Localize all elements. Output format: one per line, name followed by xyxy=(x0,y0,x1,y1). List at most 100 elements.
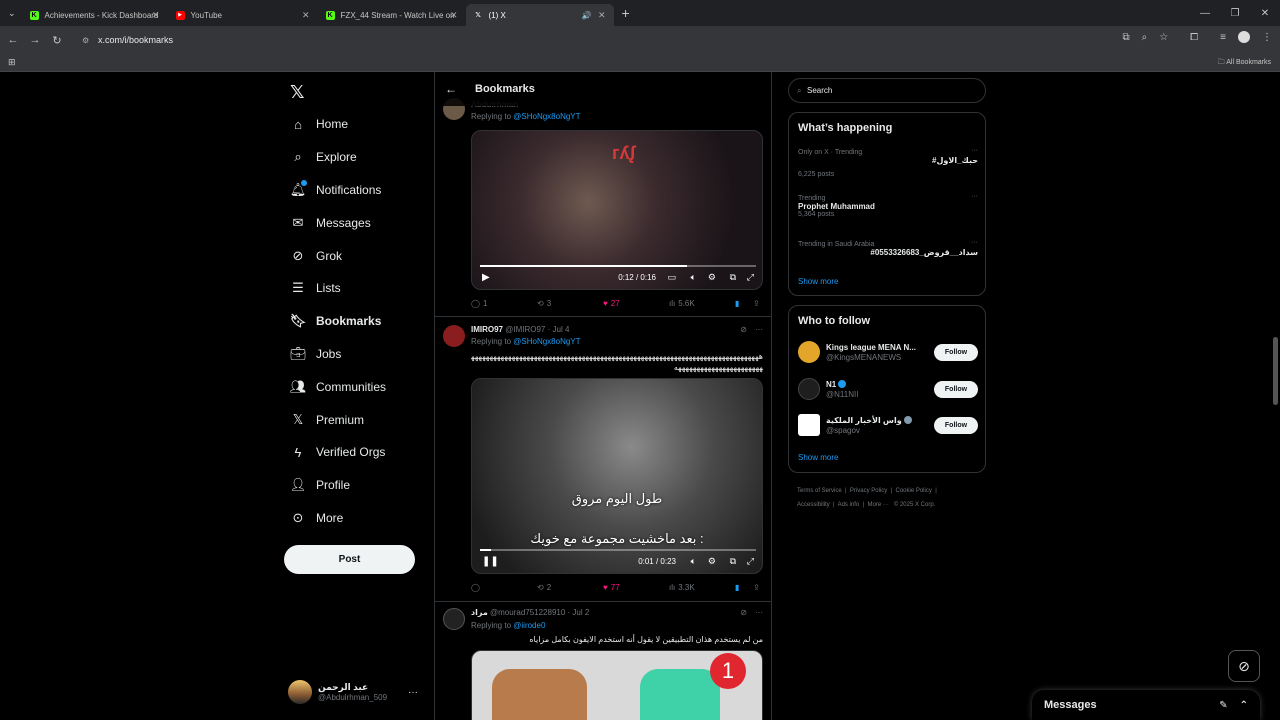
tweet[interactable]: IMIRO97 @IMIRO97 · Jul 4 ⊘ ··· Replying … xyxy=(435,317,771,602)
privacy-link[interactable]: Privacy Policy xyxy=(850,488,887,494)
apps-grid-icon[interactable]: ⊞ xyxy=(8,57,16,68)
nav-premium[interactable]: 𝕏 Premium xyxy=(290,412,364,428)
messages-drawer[interactable]: Messages ✎ ⌃ xyxy=(1032,690,1260,720)
tab-search-icon[interactable]: ⌄ xyxy=(8,8,16,19)
star-icon[interactable]: ☆ xyxy=(1159,32,1168,43)
author-handle[interactable]: @IMIRO97 xyxy=(505,325,545,334)
show-more-link[interactable]: Show more xyxy=(798,277,838,286)
like-button[interactable]: ♥ 77 xyxy=(603,583,620,592)
volume-icon[interactable]: 🔈︎ xyxy=(691,272,696,283)
play-icon[interactable]: ▶ xyxy=(482,272,490,283)
trend-item[interactable]: Trending in Saudi Arabia ··· #سداد__قروض… xyxy=(798,239,978,257)
fullscreen-icon[interactable]: ⤢ xyxy=(747,272,754,283)
forward-icon[interactable]: → xyxy=(24,34,46,46)
follow-button[interactable]: Follow xyxy=(934,343,978,361)
nav-grok[interactable]: ⊘ Grok xyxy=(290,248,342,264)
nav-more[interactable]: ⊙ More xyxy=(290,510,344,526)
bookmark-button[interactable]: ▮ xyxy=(735,299,739,308)
pip-icon[interactable]: ⧉ xyxy=(730,556,736,567)
reply-mention-link[interactable]: @SHoNgx8oNgYT xyxy=(513,112,580,121)
more-icon[interactable]: ··· xyxy=(755,608,763,617)
settings-icon[interactable]: ⚙ xyxy=(708,556,716,567)
nav-communities[interactable]: 👥︎ Communities xyxy=(290,379,386,395)
follow-suggestion[interactable]: واس الأخبار الملكية @spagov Follow xyxy=(798,412,978,438)
address-bar[interactable]: ⚙ x.com/i/bookmarks xyxy=(76,29,1176,51)
grok-icon[interactable]: ⊘ xyxy=(740,608,747,617)
tweet-date[interactable]: · Jul 4 xyxy=(548,325,570,334)
new-message-icon[interactable]: ✎ xyxy=(1219,700,1227,711)
more-icon[interactable]: ··· xyxy=(408,687,418,698)
reply-button[interactable]: ◯ xyxy=(471,583,483,592)
reply-mention-link[interactable]: @SHoNgx8oNgYT xyxy=(513,337,580,346)
nav-profile[interactable]: 👤︎ Profile xyxy=(290,477,350,493)
follow-button[interactable]: Follow xyxy=(934,380,978,398)
maximize-icon[interactable]: ❐ xyxy=(1220,8,1250,19)
more-icon[interactable]: ··· xyxy=(971,193,978,200)
nav-verified-orgs[interactable]: ϟ Verified Orgs xyxy=(290,444,386,460)
extensions-icon[interactable]: ⧠ xyxy=(1190,32,1198,43)
more-icon[interactable]: ··· xyxy=(971,239,978,246)
author-handle[interactable]: @mourad751228910 xyxy=(490,608,565,617)
video-player[interactable]: طول اليوم مروق بعد ماخشيت مجموعة مع خويك… xyxy=(471,378,763,574)
cast-icon[interactable]: ⧉ xyxy=(1122,32,1129,43)
tweet[interactable]: Abdulrhman Replying to @SHoNgx8oNgYT ᴦʎᶘ… xyxy=(435,72,771,317)
views-button[interactable]: ılı 5.6K xyxy=(669,299,695,308)
cookie-link[interactable]: Cookie Policy xyxy=(896,488,932,494)
expand-icon[interactable]: ⌃ xyxy=(1240,700,1248,711)
nav-bookmarks[interactable]: 🔖︎ Bookmarks xyxy=(290,313,382,329)
tweet[interactable]: مراد @mourad751228910 · Jul 2 ⊘ ··· Repl… xyxy=(435,602,771,720)
grok-floating-button[interactable]: ⊘ xyxy=(1228,650,1260,682)
new-tab-button[interactable]: + xyxy=(622,5,630,21)
nav-home[interactable]: ⌂ Home xyxy=(290,116,348,132)
more-icon[interactable]: ··· xyxy=(755,325,763,334)
share-button[interactable]: ⇪ xyxy=(753,299,760,308)
reply-button[interactable]: ◯ 1 xyxy=(471,299,487,308)
reload-icon[interactable]: ↻ xyxy=(46,34,68,47)
post-button[interactable]: Post xyxy=(284,545,415,574)
close-tab-icon[interactable]: ✕ xyxy=(152,10,160,21)
video-player[interactable]: ᴦʎᶘ ▶ 0:12 / 0:16 ▭ 🔈︎ ⚙ ⧉ ⤢ xyxy=(471,130,763,290)
trend-item[interactable]: Trending ··· Prophet Muhammad 5,364 post… xyxy=(798,193,978,218)
accessibility-link[interactable]: Accessibility xyxy=(797,502,830,508)
close-tab-icon[interactable]: ✕ xyxy=(598,10,606,21)
close-tab-icon[interactable]: ✕ xyxy=(450,10,458,21)
browser-tab-x[interactable]: 𝕏 (1) X 🔊 ✕ xyxy=(465,4,614,26)
author-name[interactable]: مراد xyxy=(471,608,488,617)
reply-mention-link[interactable]: @iirode0 xyxy=(513,621,545,630)
terms-link[interactable]: Terms of Service xyxy=(797,488,842,494)
media-control-icon[interactable]: ≡ xyxy=(1220,32,1226,43)
follow-button[interactable]: Follow xyxy=(934,416,978,434)
volume-icon[interactable]: 🔈︎ xyxy=(691,556,696,567)
repost-button[interactable]: ⟲ 2 xyxy=(537,583,551,592)
fullscreen-icon[interactable]: ⤢ xyxy=(747,556,754,567)
menu-icon[interactable]: ⋮ xyxy=(1262,32,1272,43)
account-switcher[interactable]: عبد الرحمن @Abdulrhman_509 ··· xyxy=(288,680,428,704)
nav-explore[interactable]: ⌕ Explore xyxy=(290,149,356,165)
grok-icon[interactable]: ⊘ xyxy=(740,325,747,334)
browser-tab-kick-achievements[interactable]: K Achievements - Kick Dashboard ✕ xyxy=(22,4,168,26)
all-bookmarks-folder[interactable]: 🗀 All Bookmarks xyxy=(1218,58,1271,69)
browser-tab-youtube[interactable]: ▶ YouTube ✕ xyxy=(168,4,318,26)
views-button[interactable]: ılı 3.3K xyxy=(669,583,695,592)
show-more-link[interactable]: Show more xyxy=(798,453,838,462)
share-button[interactable]: ⇪ xyxy=(753,583,760,592)
ads-info-link[interactable]: Ads info xyxy=(838,502,860,508)
avatar[interactable] xyxy=(443,325,465,347)
more-icon[interactable]: ··· xyxy=(971,147,978,154)
follow-suggestion[interactable]: N1 @N11NII Follow xyxy=(798,376,978,402)
minimize-icon[interactable]: — xyxy=(1190,8,1220,19)
profile-avatar-icon[interactable] xyxy=(1238,31,1250,43)
nav-notifications[interactable]: 🔔︎ Notifications xyxy=(290,180,381,198)
zoom-icon[interactable]: ⌕ xyxy=(1142,32,1148,43)
search-input[interactable]: ⌕ Search xyxy=(788,78,986,103)
tweet-date[interactable]: · Jul 2 xyxy=(568,608,590,617)
like-button[interactable]: ♥ 27 xyxy=(603,299,620,308)
bookmark-button[interactable]: ▮ xyxy=(735,583,739,592)
captions-icon[interactable]: ▭ xyxy=(667,272,676,283)
more-link[interactable]: More ··· xyxy=(868,502,889,508)
site-info-icon[interactable]: ⚙ xyxy=(82,36,89,45)
back-icon[interactable]: ← xyxy=(2,34,24,46)
trend-item[interactable]: Only on X · Trending ··· #حبك_الاول 6,22… xyxy=(798,147,978,178)
x-logo-icon[interactable]: 𝕏 xyxy=(290,82,305,103)
nav-lists[interactable]: ☰ Lists xyxy=(290,280,341,296)
